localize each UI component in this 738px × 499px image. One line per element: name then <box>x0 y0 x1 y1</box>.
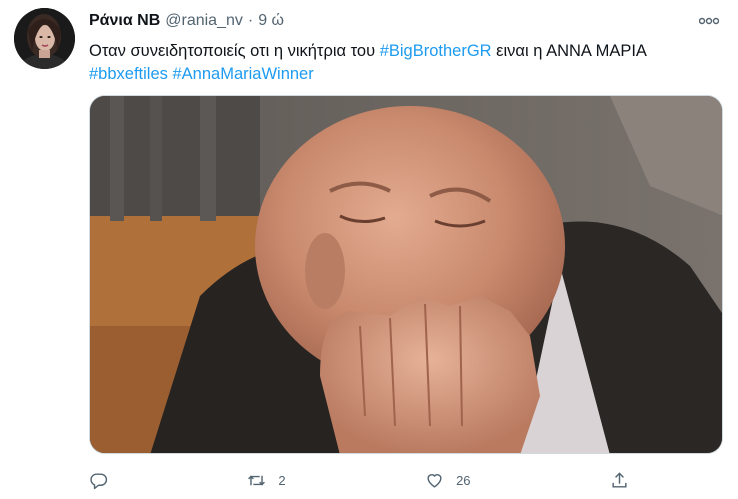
timestamp[interactable]: 9 ώ <box>258 12 284 30</box>
like-button[interactable]: 26 <box>425 471 471 490</box>
reply-icon <box>90 472 108 489</box>
more-icon <box>699 17 719 25</box>
reply-button[interactable] <box>89 471 108 490</box>
hashtag-bbxeftiles[interactable]: #bbxeftiles <box>89 65 168 83</box>
share-icon <box>612 471 627 488</box>
hashtag-bigbrothergr[interactable]: #BigBrotherGR <box>380 42 492 60</box>
tweet-text-part-1: Οταν συνειδητοποιείς οτι η νικήτρια του <box>89 42 380 60</box>
like-count: 26 <box>456 472 471 488</box>
author-name[interactable]: Ράνια ΝΒ <box>89 12 160 30</box>
retweet-icon <box>248 475 266 485</box>
tweet: Ράνια ΝΒ @rania_nv · 9 ώ Οταν συνειδητοπ… <box>0 0 738 499</box>
heart-icon <box>427 473 442 488</box>
more-options-button[interactable] <box>694 8 724 34</box>
avatar[interactable] <box>14 8 75 69</box>
author-handle[interactable]: @rania_nv <box>165 12 243 30</box>
hashtag-annamariawinner[interactable]: #AnnaMariaWinner <box>172 65 313 83</box>
retweet-button[interactable]: 2 <box>247 471 286 490</box>
tweet-actions: 2 26 <box>89 466 629 494</box>
tweet-text-part-2: ειναι η ΑΝΝΑ ΜΑΡΙΑ <box>491 42 647 60</box>
tweet-text: Οταν συνειδητοποιείς οτι η νικήτρια του … <box>89 40 709 86</box>
dot-separator: · <box>247 12 254 29</box>
retweet-count: 2 <box>278 472 286 488</box>
share-button[interactable] <box>610 471 629 490</box>
tweet-header: Ράνια ΝΒ @rania_nv · 9 ώ <box>89 10 724 32</box>
tweet-media-image[interactable] <box>89 95 723 454</box>
